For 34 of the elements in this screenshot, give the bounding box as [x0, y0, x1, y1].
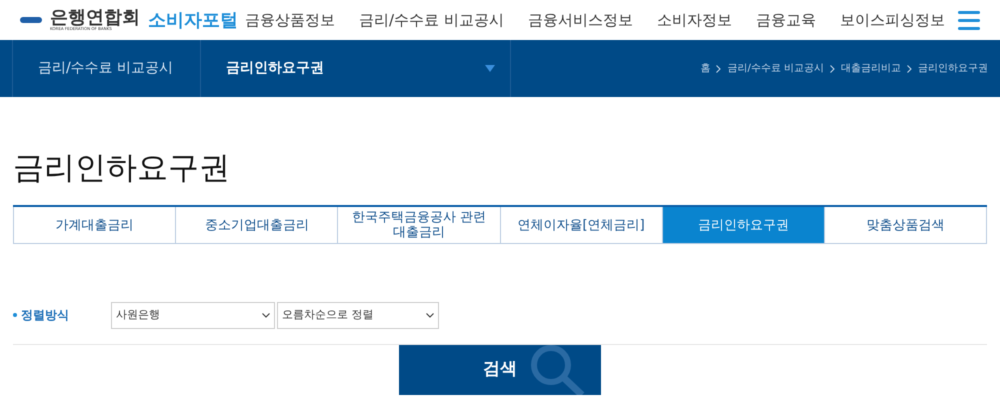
chevron-down-icon [262, 312, 270, 318]
chevron-icon [830, 64, 835, 72]
chevron-down-icon [426, 312, 434, 318]
current-page-dropdown[interactable]: 금리인하요구권 [201, 40, 511, 97]
nav-link[interactable]: 금리/수수료 비교공시 [359, 8, 504, 32]
logo-name: 은행연합회 [50, 9, 140, 27]
sort-select[interactable]: 오름차순으로 정렬 [277, 302, 439, 328]
nav-link[interactable]: 보이스피싱정보 [840, 8, 945, 32]
page-title: 금리인하요구권 [13, 149, 231, 187]
menu-icon[interactable] [958, 10, 980, 30]
breadcrumb-link[interactable]: 금리인하요구권 [918, 61, 988, 76]
tab[interactable]: 연체이자율[연체금리] [500, 207, 663, 244]
breadcrumb-link[interactable]: 금리/수수료 비교공시 [727, 61, 824, 76]
tab[interactable]: 금리인하요구권 [662, 207, 825, 244]
chevron-icon [907, 64, 912, 72]
search-button[interactable]: 검색 [399, 345, 601, 395]
nav-link[interactable]: 금융상품정보 [245, 8, 335, 32]
tab[interactable]: 가계대출금리 [13, 207, 176, 244]
portal-title: 소비자포털 [148, 8, 238, 32]
dropdown-caret-icon [485, 65, 495, 72]
logo-icon [20, 16, 42, 24]
bullet-icon [13, 313, 17, 317]
section-menu[interactable]: 금리/수수료 비교공시 [13, 40, 201, 97]
tab[interactable]: 한국주택금융공사 관련 대출금리 [338, 207, 501, 244]
breadcrumb-link[interactable]: 대출금리비교 [841, 61, 901, 76]
nav-link[interactable]: 금융교육 [756, 8, 816, 32]
nav-link[interactable]: 금융서비스정보 [528, 8, 633, 32]
tab[interactable]: 맞춤상품검색 [824, 207, 988, 244]
sort-label: 정렬방식 [21, 307, 70, 324]
nav-link[interactable]: 소비자정보 [656, 8, 732, 32]
sort-select[interactable]: 사원은행 [111, 302, 275, 328]
breadcrumb-link[interactable]: 홈 [700, 61, 710, 76]
chevron-icon [716, 64, 722, 72]
tab[interactable]: 중소기업대출금리 [176, 207, 338, 244]
